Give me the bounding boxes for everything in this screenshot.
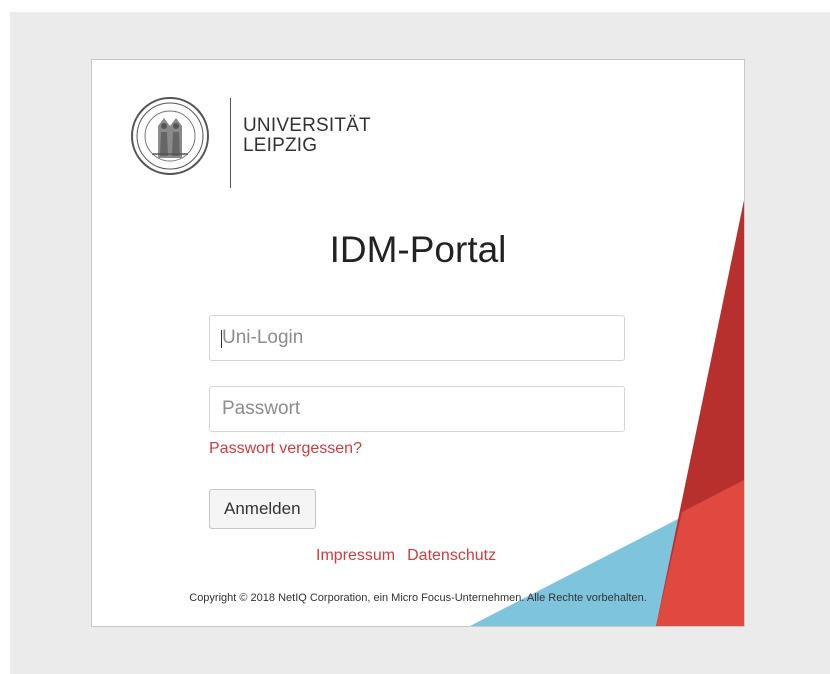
forgot-password-link[interactable]: Passwort vergessen? [209,439,362,459]
university-logo-text: UNIVERSITÄT LEIPZIG [243,116,371,156]
login-button[interactable]: Anmelden [209,489,316,529]
page-title: IDM-Portal [329,229,507,270]
login-input[interactable] [209,315,625,361]
copyright-text: Copyright © 2018 NetIQ Corporation, ein … [189,592,647,604]
university-name-line2: LEIPZIG [243,135,318,156]
university-name-line1: UNIVERSITÄT [243,115,371,136]
university-seal-icon [131,97,209,175]
footer-links: Impressum Datenschutz [316,546,508,566]
password-input[interactable] [209,386,625,432]
logo-divider [230,98,231,188]
text-cursor [221,330,222,348]
login-card: UNIVERSITÄT LEIPZIG IDM-Portal Passwort … [91,59,745,627]
datenschutz-link[interactable]: Datenschutz [407,547,496,564]
impressum-link[interactable]: Impressum [316,547,395,564]
